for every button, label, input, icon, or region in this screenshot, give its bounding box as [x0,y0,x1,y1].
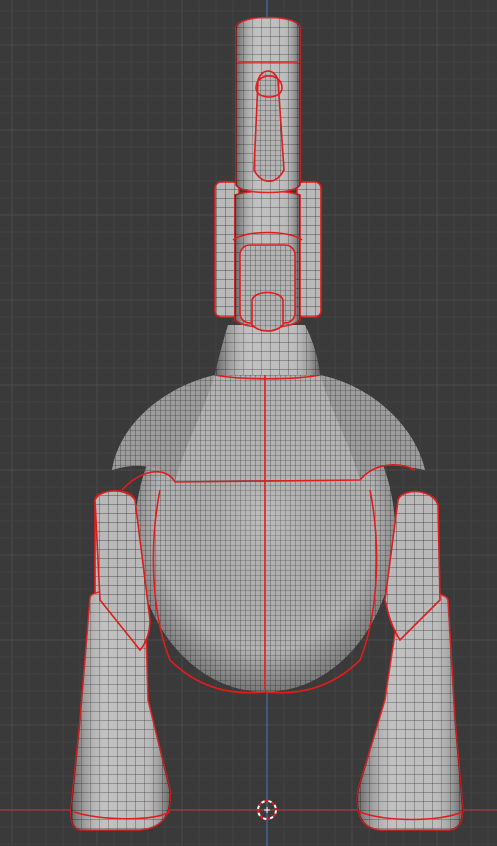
trunk-tip[interactable] [251,291,284,332]
3d-viewport[interactable] [0,0,497,846]
viewport-canvas[interactable] [0,0,497,846]
neck-shade [215,325,320,375]
